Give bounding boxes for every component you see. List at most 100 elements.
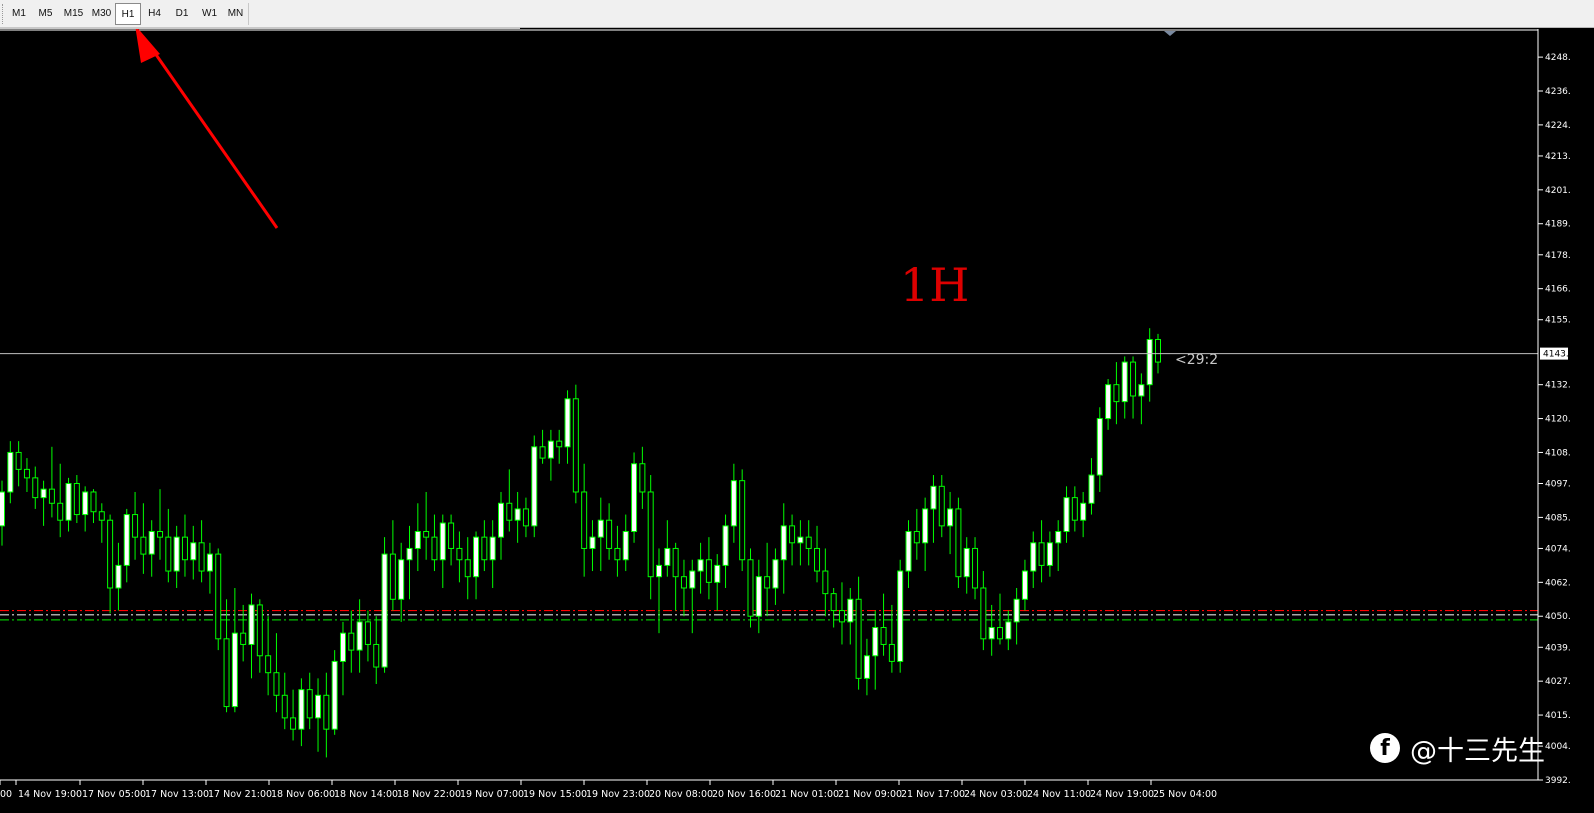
timeframe-button-h4[interactable]: H4 [141,3,168,25]
candle-body [938,485,945,527]
time-tick-label: 21 Nov 17:00 [901,789,965,800]
candle-body [1055,531,1062,544]
timeframe-button-group: M1 M5 M15 M30 H1 H4 D1 W1 MN [6,3,249,25]
candle [223,599,230,713]
candle-body [65,483,72,521]
candle [988,604,995,656]
candle [315,678,322,752]
candle-body [980,587,987,640]
price-tick-label: 4189. [1545,220,1571,230]
candle [464,537,471,600]
candle [273,633,280,713]
candle-body [1105,384,1112,420]
candle [589,520,596,572]
candle-body [597,519,604,538]
candle-body [689,570,696,589]
candle [755,559,762,634]
candle-body [431,536,438,561]
candle [123,508,130,583]
candle [231,587,238,713]
candle-body [606,519,613,549]
time-axis: 00 14 Nov 19:00 17 Nov 05:0017 Nov 13:0017… [0,780,1217,800]
timeframe-button-d1[interactable]: D1 [168,3,196,25]
candle [805,520,812,566]
candle-body [963,547,970,578]
candle-body [290,717,297,730]
candle-body [98,511,105,521]
candle [614,525,621,577]
candle [980,571,987,651]
candle [996,593,1003,645]
candle [1046,531,1053,577]
candle-body [947,508,954,527]
candle [98,503,105,543]
candle-body [797,536,804,544]
timeframe-button-mn[interactable]: MN [223,3,248,25]
candlestick-chart[interactable]: 4248. 4236. 4224. 4213. 4201. 4189. 4178. 4166.… [0,25,1594,809]
time-tick-label: 18 Nov 14:00 [334,789,398,800]
candle-body [157,531,164,538]
candle [1071,486,1078,532]
candle [489,520,496,588]
chart-shift-marker-icon[interactable] [1164,31,1176,36]
candle [689,559,696,634]
candle-body [331,660,338,730]
candle-body [90,491,97,513]
candle [506,469,513,532]
price-tick-label: 4085. [1545,513,1571,523]
candle [606,503,613,560]
timeframe-button-w1[interactable]: W1 [196,3,223,25]
candle [181,514,188,577]
candle [739,469,746,572]
candle-body [107,519,114,589]
candle-body [306,689,313,719]
candle [705,537,712,600]
candle [389,520,396,611]
candle-body [589,536,596,549]
candle [1063,486,1070,543]
timeframe-annotation-label: 1H [900,258,969,312]
candle-body [755,576,762,617]
candle-body [539,446,546,459]
candle-body [356,621,363,651]
timeframe-button-m1[interactable]: M1 [6,3,32,25]
candle-body [714,564,721,583]
candle [880,593,887,656]
candle [381,537,388,673]
timeframe-button-m30[interactable]: M30 [88,3,115,25]
candle [1080,491,1087,538]
timeframe-button-m15[interactable]: M15 [59,3,88,25]
candle [256,599,263,673]
candle-body [855,598,862,679]
candle-body [456,547,463,561]
candle-body [955,508,962,578]
candle [373,616,380,684]
candle-body [23,468,30,479]
candle [448,514,455,566]
time-tick-label: 24 Nov 03:00 [964,789,1028,800]
timeframe-button-h1[interactable]: H1 [115,3,141,25]
candle [855,576,862,690]
time-tick-label: 24 Nov 11:00 [1027,789,1091,800]
candle [7,441,14,504]
candle-body [1088,474,1095,504]
candle [481,520,488,572]
candle [1130,356,1137,419]
candles [0,328,1161,758]
candle [473,531,480,600]
candle [622,514,629,572]
timeframe-button-m5[interactable]: M5 [32,3,59,25]
price-tick-label: 4155. [1545,316,1571,326]
candle-body [140,536,147,555]
candle-body [913,531,920,544]
chart-window[interactable]: 4248. 4236. 4224. 4213. 4201. 4189. 4178. 4166.… [0,25,1594,809]
candle-body [739,480,746,561]
candle [306,672,313,730]
candle [913,508,920,560]
arrow-head-icon [135,25,160,63]
candle-body [1021,570,1028,600]
candle-body [772,559,779,589]
candle-body [323,694,330,730]
time-tick-label: 14 Nov 19:00 [18,789,82,800]
candle-body [82,491,89,516]
